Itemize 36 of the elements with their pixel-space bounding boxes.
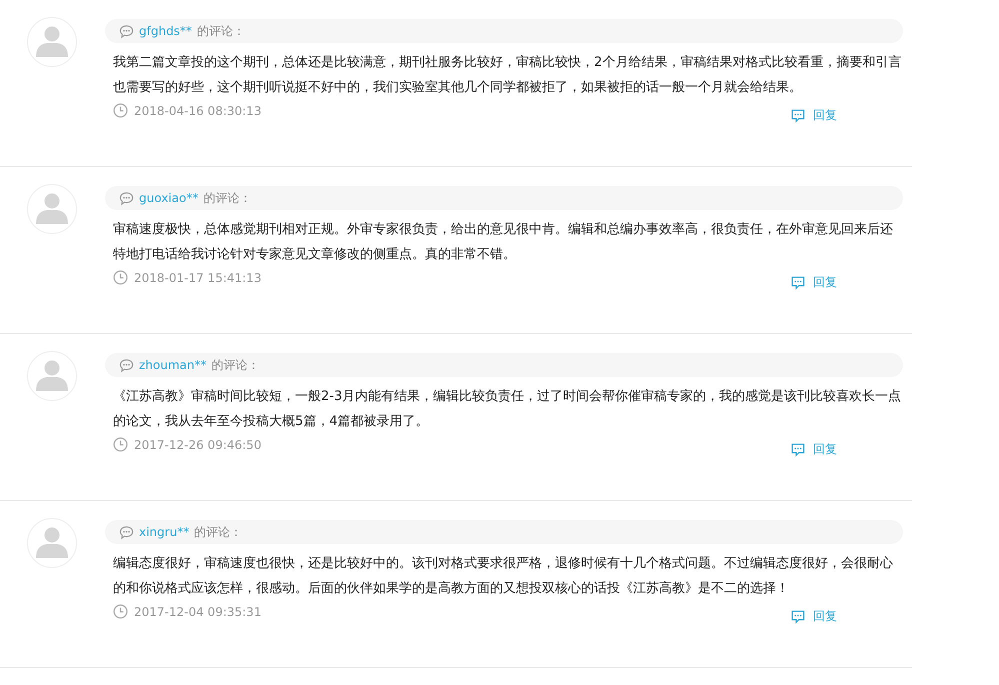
avatar-icon — [27, 184, 77, 234]
reply-button[interactable]: 回复 — [791, 441, 837, 458]
comment-icon — [119, 24, 134, 38]
reply-button[interactable]: 回复 — [791, 608, 837, 625]
comment-time: 2017-12-26 09:46:50 — [134, 438, 262, 452]
avatar-icon — [27, 518, 77, 568]
comment-text: 审稿速度极快，总体感觉期刊相对正规。外审专家很负责，给出的意见很中肯。编辑和总编办事效率高，很负责任，在外审意见回来后还特地打电话给我讨论针对专家意见文章修改的侧重点。真的非常不错。 — [113, 221, 894, 264]
comment-icon — [119, 524, 134, 540]
clock-icon — [113, 437, 128, 452]
comment-label: 的评论： — [212, 356, 260, 374]
comment-time: 2018-04-16 08:30:13 — [134, 104, 262, 118]
reply-icon — [791, 108, 805, 122]
reply-button[interactable]: 回复 — [791, 107, 837, 124]
reply-icon — [791, 610, 805, 624]
avatar-icon — [27, 351, 77, 401]
username-link[interactable]: guoxiao** — [139, 191, 198, 205]
comment-label: 的评论： — [194, 524, 242, 540]
reply-button[interactable]: 回复 — [791, 274, 837, 291]
reply-icon — [791, 276, 805, 290]
comment-icon — [119, 358, 134, 372]
comment-label: 的评论： — [203, 190, 252, 206]
clock-icon — [113, 270, 128, 285]
username-link[interactable]: gfghds** — [139, 24, 192, 38]
comment-label: 的评论： — [196, 22, 245, 40]
comment-text: 《江苏高教》审稿时间比较短，一般2-3月内能有结果，编辑比较负责任，过了时间会帮你催审稿专家的，我的感觉是该刊比较喜欢长一点的论文，我从去年至今投稿大概5篇，4篇都被录用了。 — [113, 388, 902, 431]
reply-icon — [791, 442, 805, 456]
username-link[interactable]: zhouman** — [139, 358, 206, 372]
comment-time: 2018-01-17 15:41:13 — [134, 270, 262, 284]
avatar-icon — [27, 17, 77, 67]
clock-icon — [113, 604, 128, 619]
comment-icon — [119, 190, 134, 206]
comment-text: 我第二篇文章投的这个期刊，总体还是比较满意，期刊社服务比较好，审稿比较快，2个月给结果，审稿结果对格式比较看重，摘要和引言也需要写的好些，这个期刊听说挺不好中的，我们实验室其他几个同学都被拒了，如果被拒的话一般一个月就会给结果。 — [113, 54, 902, 97]
comment-text: 编辑态度很好，审稿速度也很快，还是比较好中的。该刊对格式要求很严格，退修时候有十几个格式问题。不过编辑态度很好，会很耐心的和你说格式应该怎样，很感动。后面的伙伴如果学的是高教方面的又想投双核心的话投《江苏高教》是不二的选择！ — [113, 555, 894, 598]
username-link[interactable]: xingru** — [139, 525, 190, 539]
clock-icon — [113, 103, 128, 118]
comment-time: 2017-12-04 09:35:31 — [134, 604, 262, 618]
